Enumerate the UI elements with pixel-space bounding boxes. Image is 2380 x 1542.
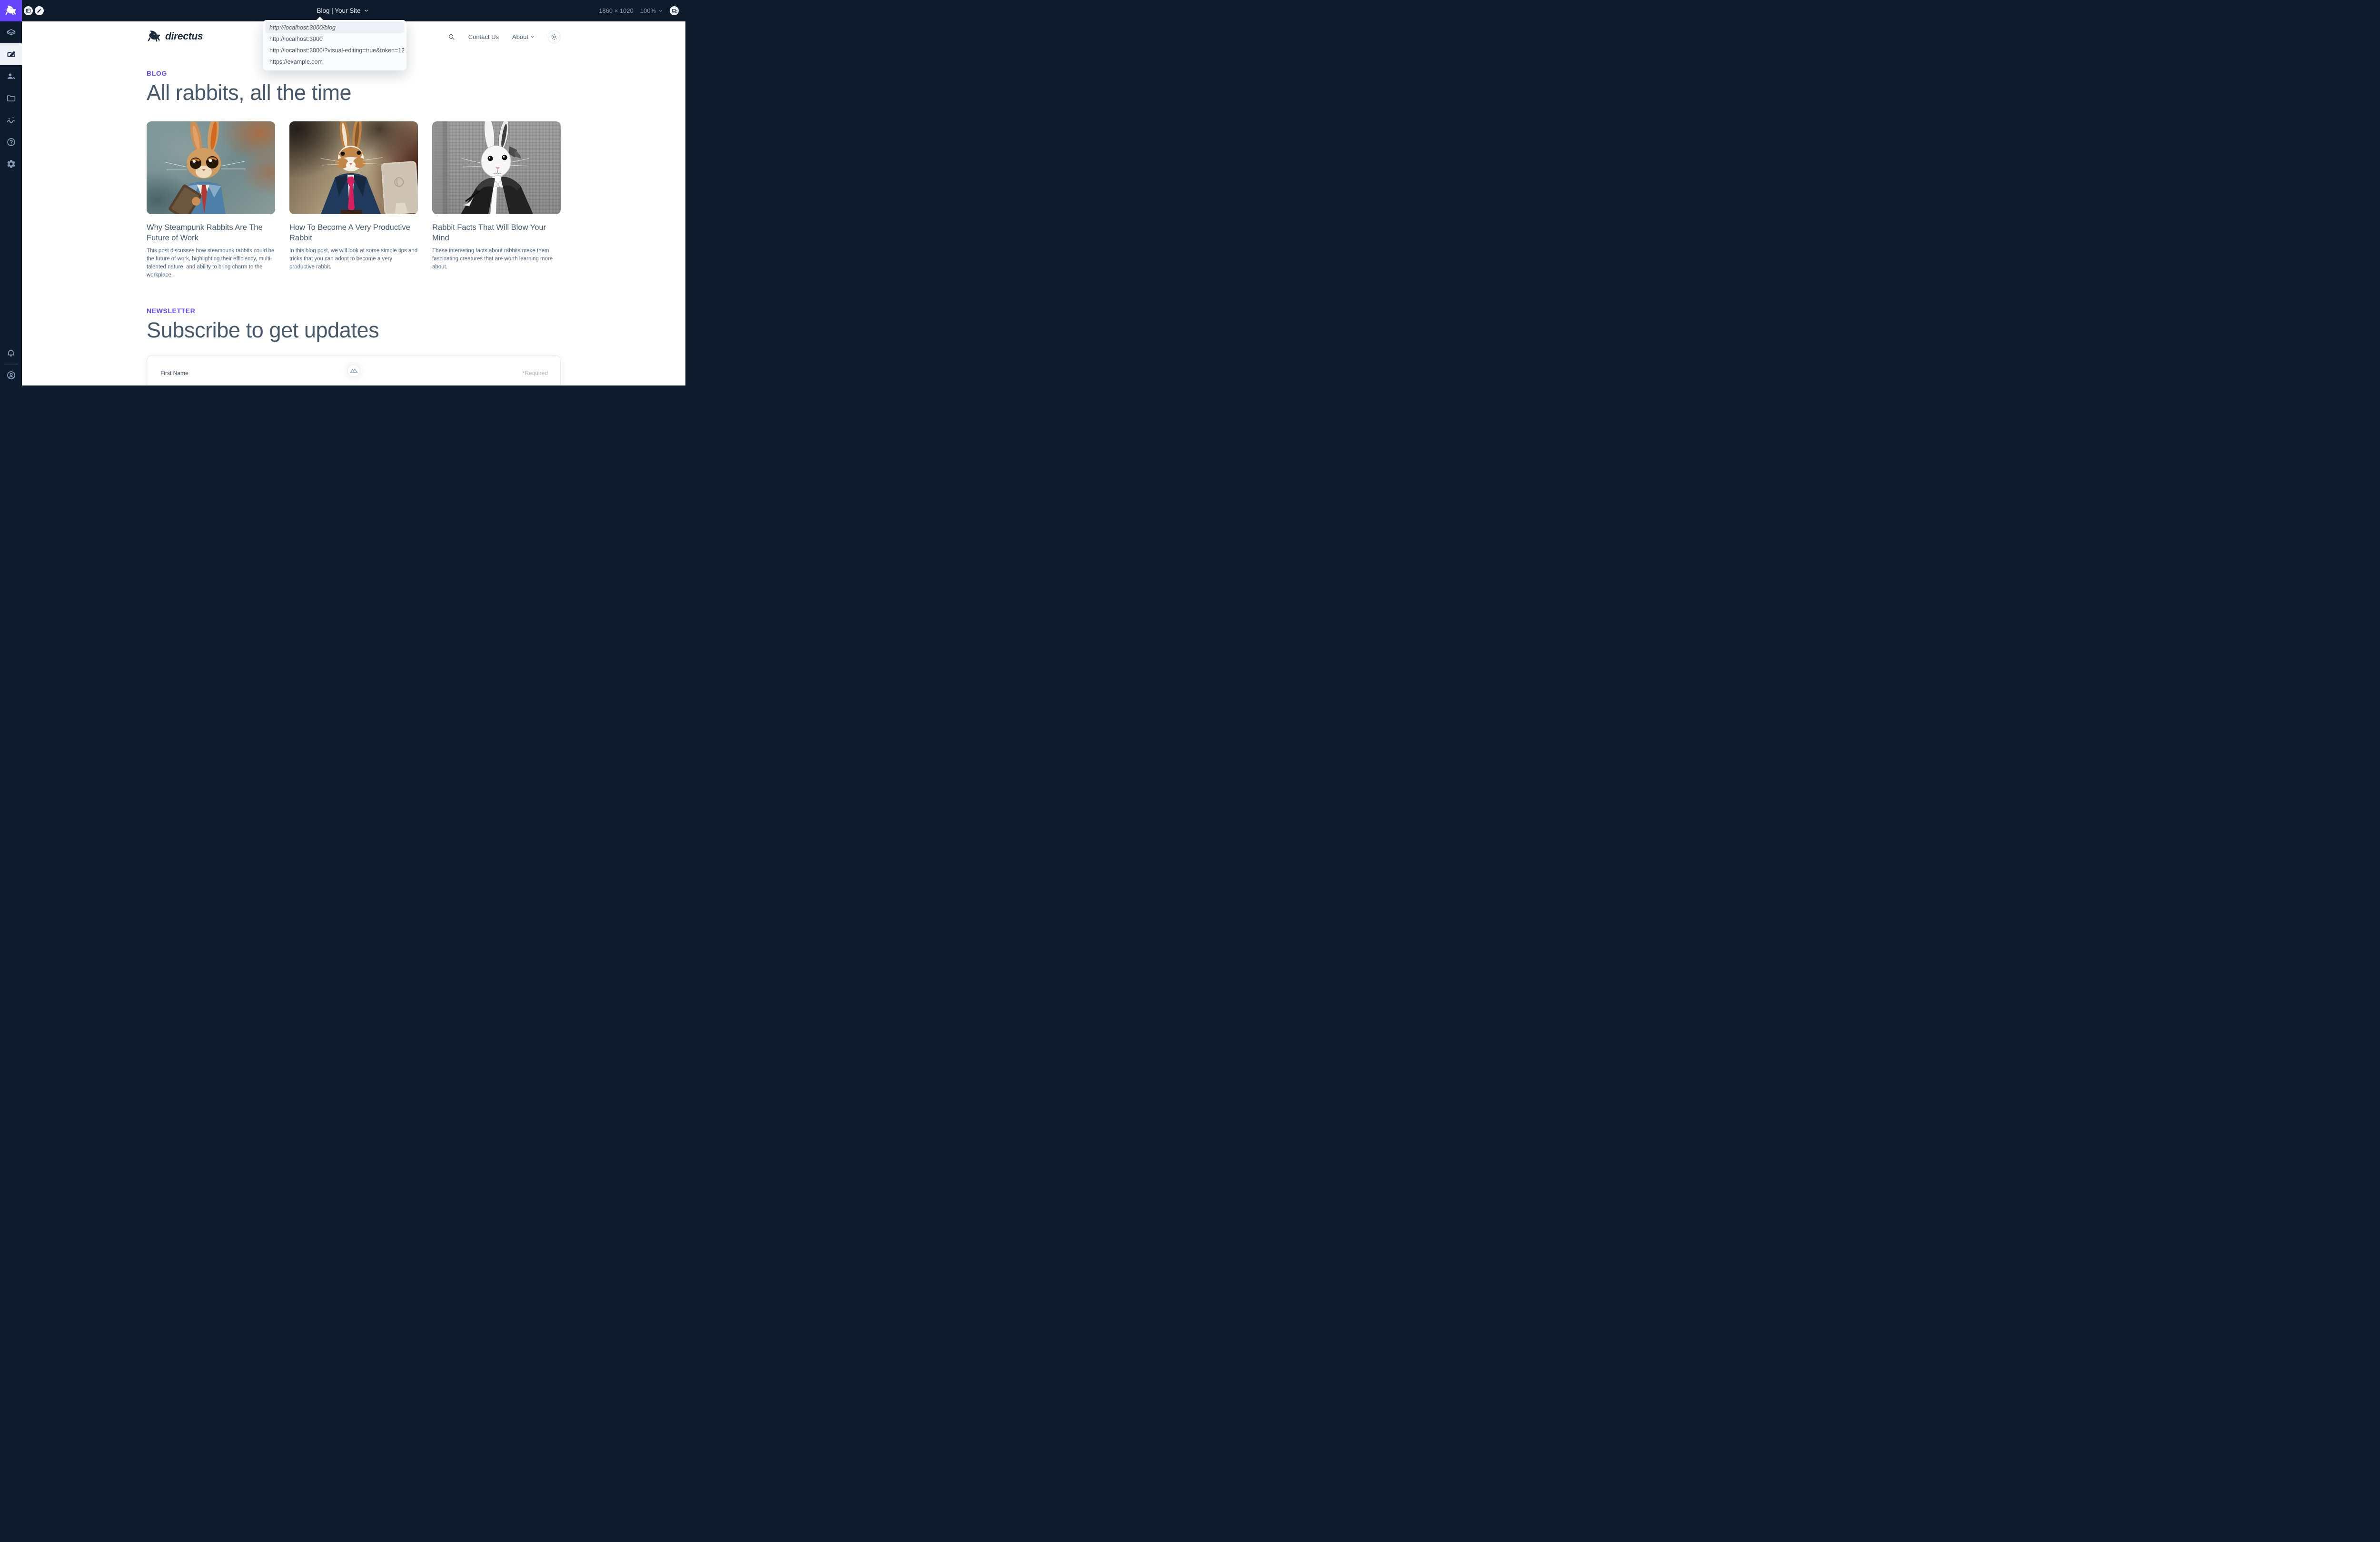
sidebar-item-files[interactable] (0, 87, 22, 109)
devices-icon (672, 8, 677, 14)
sidebar-bottom (0, 343, 22, 386)
blog-eyebrow: BLOG (147, 69, 561, 77)
post-title[interactable]: Rabbit Facts That Will Blow Your Mind (432, 222, 561, 243)
blog-post-card: Why Steampunk Rabbits Are The Future of … (147, 121, 275, 279)
post-excerpt: This post discusses how steampunk rabbit… (147, 247, 275, 279)
sidebar-item-insights[interactable] (0, 109, 22, 131)
module-sidebar (0, 21, 22, 386)
post-title[interactable]: Why Steampunk Rabbits Are The Future of … (147, 222, 275, 243)
newsletter-eyebrow: NEWSLETTER (147, 307, 561, 315)
nav-about[interactable]: About (512, 33, 535, 40)
post-title[interactable]: How To Become A Very Productive Rabbit (289, 222, 418, 243)
directus-rabbit-icon (147, 30, 162, 43)
search-button[interactable] (448, 33, 455, 40)
chevron-down-icon (364, 8, 369, 13)
sparkline-icon (6, 115, 16, 125)
blog-post-card: How To Become A Very Productive Rabbit I… (289, 121, 418, 279)
account-circle-icon (6, 370, 16, 380)
url-option[interactable]: https://example.com (265, 56, 404, 68)
edit-square-icon (6, 49, 16, 59)
site-nav: Contact Us About (448, 30, 561, 43)
zoom-level-value: 100% (640, 7, 656, 14)
content-cube-icon (6, 28, 16, 38)
blog-post-list: Why Steampunk Rabbits Are The Future of … (147, 121, 561, 279)
post-image-steampunk-rabbit[interactable] (147, 121, 275, 214)
required-note: *Required (523, 370, 548, 376)
blog-hero: BLOG All rabbits, all the time (147, 69, 561, 105)
nav-contact-us[interactable]: Contact Us (468, 33, 499, 40)
viewport-size-label: 1860 × 1020 (599, 7, 634, 14)
account-button[interactable] (0, 365, 22, 386)
url-selector-dropdown: http://localhost:3000/blog http://localh… (263, 20, 407, 70)
site-logo[interactable]: directus (147, 30, 203, 43)
sidebar-item-settings[interactable] (0, 153, 22, 175)
top-bar: Blog | Your Site 1860 × 1020 100% (0, 0, 685, 21)
site-logo-text: directus (165, 31, 203, 42)
sidebar-item-visual-editor[interactable] (0, 43, 22, 65)
topbar-right-controls: 1860 × 1020 100% (599, 0, 679, 21)
page-title-selector[interactable]: Blog | Your Site (0, 0, 685, 21)
bell-icon (6, 348, 16, 358)
url-option[interactable]: http://localhost:3000/?visual-editing=tr… (265, 45, 404, 56)
chevron-down-icon (658, 9, 663, 13)
search-icon (448, 33, 455, 40)
directus-visual-editor: Blog | Your Site 1860 × 1020 100% (0, 0, 685, 386)
nav-contact-label: Contact Us (468, 33, 499, 40)
notifications-button[interactable] (0, 343, 22, 364)
zoom-level-control[interactable]: 100% (640, 7, 663, 14)
url-option[interactable]: http://localhost:3000 (265, 33, 404, 45)
newsletter-title: Subscribe to get updates (147, 318, 561, 343)
site-preview-frame: directus Contact Us About (22, 21, 685, 386)
folder-icon (6, 93, 16, 103)
sidebar-item-help[interactable] (0, 131, 22, 153)
sidebar-item-users[interactable] (0, 65, 22, 87)
nuxt-mountains-icon (350, 368, 357, 374)
blog-post-card: Rabbit Facts That Will Blow Your Mind Th… (432, 121, 561, 279)
nuxt-badge (347, 365, 360, 377)
chevron-down-icon (530, 35, 535, 39)
help-circle-icon (6, 137, 16, 147)
gear-icon (6, 159, 16, 169)
url-option-current[interactable]: http://localhost:3000/blog (265, 22, 404, 33)
post-excerpt: These interesting facts about rabbits ma… (432, 247, 561, 271)
theme-toggle-button[interactable] (548, 30, 561, 43)
blog-title: All rabbits, all the time (147, 80, 561, 105)
sun-icon (551, 33, 558, 40)
first-name-label: First Name (160, 370, 188, 376)
users-icon (6, 71, 16, 81)
newsletter-form-card: First Name *Required (147, 355, 561, 386)
nav-about-label: About (512, 33, 528, 40)
device-preview-button[interactable] (670, 6, 679, 15)
sidebar-item-content[interactable] (0, 21, 22, 43)
post-excerpt: In this blog post, we will look at some … (289, 247, 418, 271)
post-image-business-rabbit[interactable] (289, 121, 418, 214)
newsletter-section: NEWSLETTER Subscribe to get updates Firs… (147, 307, 561, 386)
post-image-victorian-rabbit[interactable] (432, 121, 561, 214)
page-title: Blog | Your Site (317, 7, 360, 14)
